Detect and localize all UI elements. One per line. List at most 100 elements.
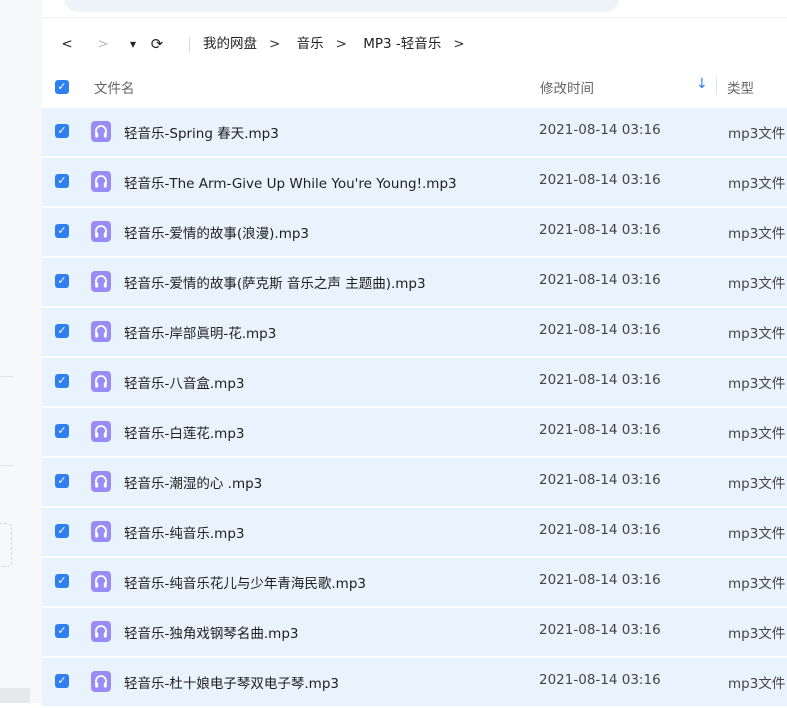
file-row[interactable]: ✓ 轻音乐-独角戏钢琴名曲.mp3 2021-08-14 03:16 mp3文件 [42, 608, 787, 656]
file-row[interactable]: ✓ 轻音乐-The Arm-Give Up While You're Young!… [42, 158, 787, 206]
file-name[interactable]: 轻音乐-爱情的故事(萨克斯 音乐之声 主题曲).mp3 [124, 272, 426, 292]
headphones-icon [91, 121, 111, 142]
file-modified-time: 2021-08-14 03:16 [539, 222, 661, 238]
column-header-modified[interactable]: 修改时间 [540, 77, 594, 97]
file-name[interactable]: 轻音乐-The Arm-Give Up While You're Young!.… [124, 172, 457, 192]
nav-separator [189, 37, 190, 53]
sidebar-dashed-box[interactable] [0, 523, 12, 567]
file-modified-time: 2021-08-14 03:16 [539, 272, 661, 288]
headphones-icon [91, 321, 111, 342]
forward-button[interactable]: > [96, 34, 110, 54]
file-list-header: ✓ 文件名 修改时间 ↓ 类型 [42, 64, 787, 108]
top-bar [42, 0, 787, 18]
file-name[interactable]: 轻音乐-杜十娘电子琴双电子琴.mp3 [124, 672, 339, 692]
file-list: ✓ 文件名 修改时间 ↓ 类型 ✓ 轻音乐-Spring 春天.mp3 2021-0… [42, 64, 787, 708]
row-checkbox[interactable]: ✓ [55, 274, 69, 288]
breadcrumb: 我的网盘 > 音乐 > MP3 -轻音乐 > [203, 34, 477, 54]
file-row[interactable]: ✓ 轻音乐-纯音乐花儿与少年青海民歌.mp3 2021-08-14 03:16 mp3… [42, 558, 787, 606]
file-modified-time: 2021-08-14 03:16 [539, 322, 661, 338]
file-type: mp3文件 [728, 326, 786, 342]
row-checkbox[interactable]: ✓ [55, 424, 69, 438]
refresh-button[interactable]: ⟳ [148, 34, 166, 54]
file-name[interactable]: 轻音乐-纯音乐花儿与少年青海民歌.mp3 [124, 572, 366, 592]
headphones-icon [91, 521, 111, 542]
file-row[interactable]: ✓ 轻音乐-八音盒.mp3 2021-08-14 03:16 mp3文件 [42, 358, 787, 406]
column-header-type[interactable]: 类型 [727, 77, 754, 97]
file-type: mp3文件 [728, 226, 786, 242]
sidebar-divider [0, 376, 14, 377]
file-type: mp3文件 [728, 376, 786, 392]
headphones-icon [91, 571, 111, 592]
headphones-icon [91, 671, 111, 692]
file-modified-time: 2021-08-14 03:16 [539, 122, 661, 138]
history-dropdown-icon[interactable]: ▾ [127, 34, 139, 54]
row-checkbox[interactable]: ✓ [55, 674, 69, 688]
headphones-icon [91, 621, 111, 642]
file-name[interactable]: 轻音乐-Spring 春天.mp3 [124, 122, 279, 142]
file-row[interactable]: ✓ 轻音乐-杜十娘电子琴双电子琴.mp3 2021-08-14 03:16 mp3文件 [42, 658, 787, 706]
file-name[interactable]: 轻音乐-潮湿的心 .mp3 [124, 472, 262, 492]
file-row[interactable]: ✓ 轻音乐-爱情的故事(萨克斯 音乐之声 主题曲).mp3 2021-08-14 0… [42, 258, 787, 306]
row-checkbox[interactable]: ✓ [55, 174, 69, 188]
row-checkbox[interactable]: ✓ [55, 624, 69, 638]
file-modified-time: 2021-08-14 03:16 [539, 372, 661, 388]
file-row[interactable]: ✓ 轻音乐-纯音乐.mp3 2021-08-14 03:16 mp3文件 [42, 508, 787, 556]
file-type: mp3文件 [728, 676, 786, 692]
file-row[interactable]: ✓ 轻音乐-岸部眞明-花.mp3 2021-08-14 03:16 mp3文件 [42, 308, 787, 356]
column-header-name[interactable]: 文件名 [94, 77, 135, 97]
file-type: mp3文件 [728, 276, 786, 292]
row-checkbox[interactable]: ✓ [55, 474, 69, 488]
file-name[interactable]: 轻音乐-独角戏钢琴名曲.mp3 [124, 622, 298, 642]
row-checkbox[interactable]: ✓ [55, 224, 69, 238]
breadcrumb-separator: > [269, 36, 281, 52]
breadcrumb-my-disk[interactable]: 我的网盘 [203, 36, 257, 52]
breadcrumb-separator: > [453, 36, 465, 52]
row-checkbox[interactable]: ✓ [55, 574, 69, 588]
file-row[interactable]: ✓ 轻音乐-爱情的故事(浪漫).mp3 2021-08-14 03:16 mp3文件 [42, 208, 787, 256]
file-modified-time: 2021-08-14 03:16 [539, 672, 661, 688]
file-name[interactable]: 轻音乐-爱情的故事(浪漫).mp3 [124, 222, 309, 242]
file-rows: ✓ 轻音乐-Spring 春天.mp3 2021-08-14 03:16 mp3文件 ✓… [42, 108, 787, 706]
select-all-checkbox[interactable]: ✓ [55, 80, 69, 94]
headphones-icon [91, 171, 111, 192]
file-row[interactable]: ✓ 轻音乐-潮湿的心 .mp3 2021-08-14 03:16 mp3文件 [42, 458, 787, 506]
sidebar-divider [0, 465, 14, 466]
row-checkbox[interactable]: ✓ [55, 324, 69, 338]
file-type: mp3文件 [728, 526, 786, 542]
breadcrumb-mp3-light-music[interactable]: MP3 -轻音乐 [363, 36, 441, 52]
breadcrumb-music[interactable]: 音乐 [297, 36, 324, 52]
breadcrumb-separator: > [335, 36, 347, 52]
sort-down-icon[interactable]: ↓ [696, 76, 708, 92]
back-button[interactable]: < [60, 34, 74, 54]
file-modified-time: 2021-08-14 03:16 [539, 422, 661, 438]
sidebar-bottom-bar [0, 688, 30, 703]
file-name[interactable]: 轻音乐-岸部眞明-花.mp3 [124, 322, 276, 342]
file-row[interactable]: ✓ 轻音乐-白莲花.mp3 2021-08-14 03:16 mp3文件 [42, 408, 787, 456]
left-sidebar [0, 0, 42, 703]
file-modified-time: 2021-08-14 03:16 [539, 572, 661, 588]
headphones-icon [91, 421, 111, 442]
file-modified-time: 2021-08-14 03:16 [539, 522, 661, 538]
headphones-icon [91, 371, 111, 392]
file-modified-time: 2021-08-14 03:16 [539, 622, 661, 638]
file-type: mp3文件 [728, 476, 786, 492]
row-checkbox[interactable]: ✓ [55, 124, 69, 138]
file-modified-time: 2021-08-14 03:16 [539, 472, 661, 488]
file-type: mp3文件 [728, 576, 786, 592]
file-name[interactable]: 轻音乐-八音盒.mp3 [124, 372, 244, 392]
file-name[interactable]: 轻音乐-纯音乐.mp3 [124, 522, 244, 542]
file-type: mp3文件 [728, 126, 786, 142]
file-type: mp3文件 [728, 426, 786, 442]
file-type: mp3文件 [728, 176, 786, 192]
top-divider [42, 17, 787, 18]
row-checkbox[interactable]: ✓ [55, 374, 69, 388]
row-checkbox[interactable]: ✓ [55, 524, 69, 538]
file-name[interactable]: 轻音乐-白莲花.mp3 [124, 422, 244, 442]
file-modified-time: 2021-08-14 03:16 [539, 172, 661, 188]
search-box[interactable] [64, 0, 619, 12]
headphones-icon [91, 471, 111, 492]
headphones-icon [91, 271, 111, 292]
headphones-icon [91, 221, 111, 242]
file-type: mp3文件 [728, 626, 786, 642]
file-row[interactable]: ✓ 轻音乐-Spring 春天.mp3 2021-08-14 03:16 mp3文件 [42, 108, 787, 156]
